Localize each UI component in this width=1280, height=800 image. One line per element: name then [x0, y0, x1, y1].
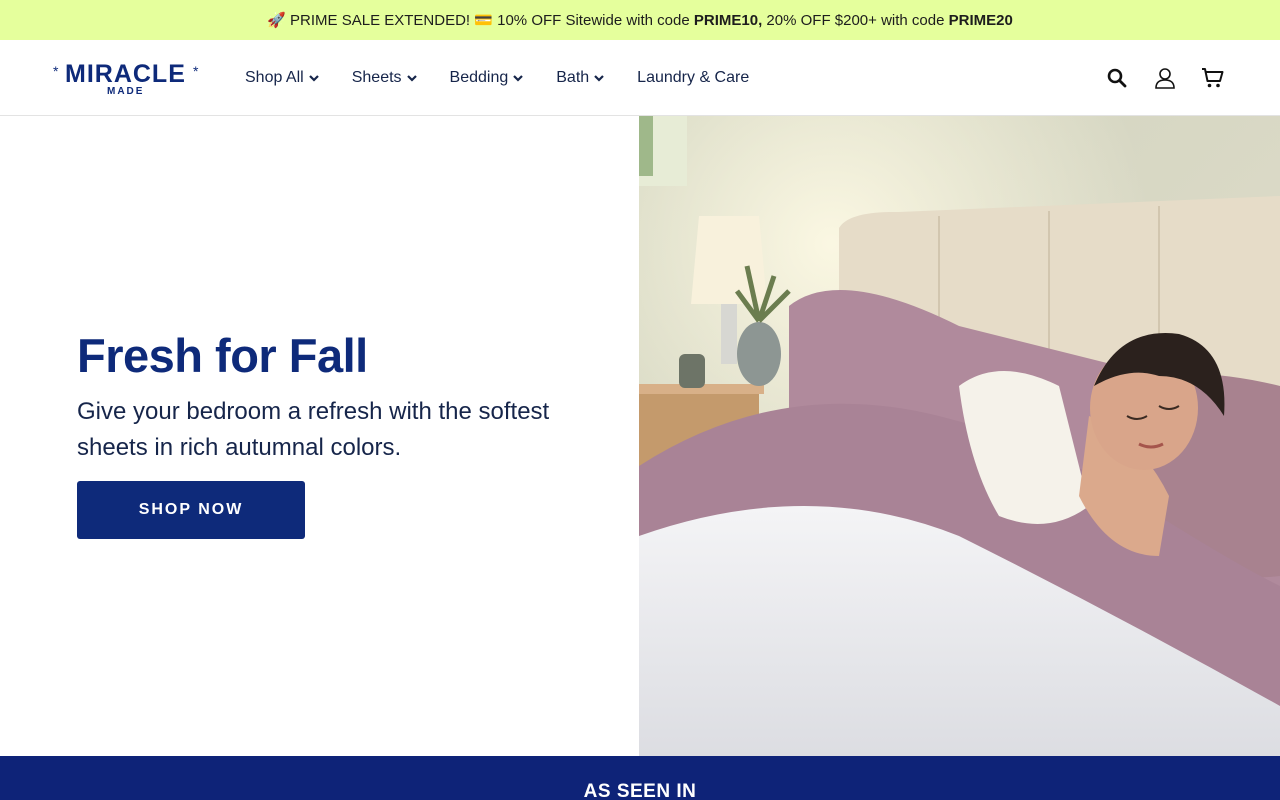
nav-item-bedding[interactable]: Bedding [450, 69, 525, 87]
promo-banner: 🚀 PRIME SALE EXTENDED! 💳 10% OFF Sitewid… [0, 0, 1280, 40]
nav-item-label: Sheets [351, 69, 402, 86]
search-icon[interactable] [1105, 66, 1129, 90]
nav-item-label: Shop All [245, 69, 304, 86]
promo-code-2: PRIME20 [948, 11, 1013, 29]
logo-star-left: * [53, 63, 59, 79]
as-seen-in-title: AS SEEN IN [583, 781, 697, 800]
nav-item-sheets[interactable]: Sheets [352, 69, 418, 87]
as-seen-in-section: AS SEEN IN [0, 756, 1280, 800]
promo-text-3: 20% OFF $200+ with code [766, 11, 945, 29]
header-actions [1081, 40, 1225, 116]
main-nav: Shop All Sheets Bedding Bath Laundry & C… [245, 40, 781, 116]
nav-item-shop-all[interactable]: Shop All [245, 69, 320, 87]
cart-icon[interactable] [1201, 66, 1225, 90]
chevron-down-icon [594, 75, 604, 82]
chevron-down-icon [406, 75, 417, 82]
shop-now-button[interactable]: SHOP NOW [77, 481, 305, 539]
logo-wordmark: MIRACLE [65, 60, 186, 88]
logo-star-right: * [193, 63, 199, 79]
brand-logo[interactable]: * MIRACLE * MADE [53, 60, 205, 98]
nav-item-laundry-care[interactable]: Laundry & Care [637, 69, 749, 87]
hero-title: Fresh for Fall [77, 329, 368, 382]
site-header: * MIRACLE * MADE Shop All Sheets Bedding… [0, 40, 1280, 116]
hero-image [639, 116, 1280, 756]
promo-text-2: 10% OFF Sitewide with code [497, 11, 690, 29]
credit-card-icon: 💳 [474, 12, 493, 29]
promo-code-1: PRIME10, [693, 11, 763, 29]
rocket-icon: 🚀 [267, 12, 286, 29]
nav-item-label: Bedding [449, 69, 509, 86]
nav-item-bath[interactable]: Bath [556, 69, 605, 87]
hero-photo-illustration [639, 116, 1280, 756]
logo-subtitle: MADE [107, 86, 145, 97]
hero-section: Fresh for Fall Give your bedroom a refre… [0, 116, 1280, 756]
promo-text-1: PRIME SALE EXTENDED! [290, 11, 471, 29]
account-icon[interactable] [1153, 66, 1177, 90]
hero-subtitle: Give your bedroom a refresh with the sof… [77, 398, 550, 461]
nav-item-label: Bath [556, 69, 590, 86]
hero-copy: Fresh for Fall Give your bedroom a refre… [77, 328, 617, 466]
chevron-down-icon [308, 75, 319, 82]
chevron-down-icon [513, 75, 524, 82]
nav-item-label: Laundry & Care [637, 69, 750, 86]
